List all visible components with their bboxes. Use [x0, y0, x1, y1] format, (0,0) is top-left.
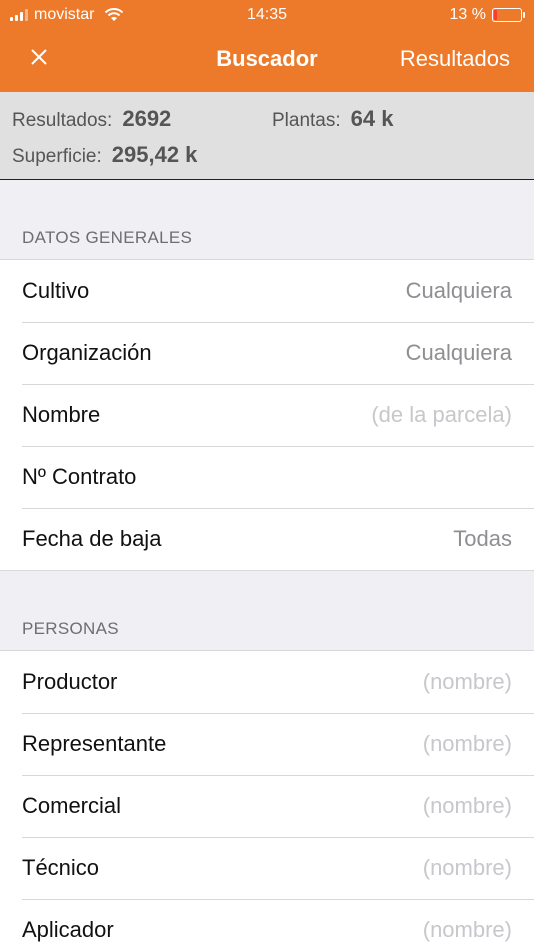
summary-plantas: Plantas: 64 k [272, 106, 393, 132]
row-placeholder: (nombre) [422, 731, 512, 756]
battery-info: 13 % [449, 6, 525, 24]
summary-superficie: Superficie: 295,42 k [12, 142, 197, 168]
aplicador-field[interactable]: Aplicador (nombre) [0, 899, 534, 950]
row-label: Comercial [22, 793, 122, 818]
resultados-label: Resultados: [12, 110, 113, 131]
contrato-field[interactable]: Nº Contrato [0, 446, 534, 508]
results-summary: Resultados: 2692 Plantas: 64 k Superficie:… [0, 92, 534, 180]
row-label: Nombre [22, 402, 101, 427]
header-bar: movistar 14:35 13 % Buscador Resultados [0, 0, 534, 92]
summary-resultados: Resultados: 2692 [12, 106, 171, 132]
comercial-field[interactable]: Comercial (nombre) [0, 775, 534, 837]
row-label: Cultivo [22, 278, 90, 303]
row-label: Productor [22, 669, 118, 694]
section-header-personas: PERSONAS [0, 571, 534, 651]
results-button[interactable]: Resultados [400, 46, 510, 72]
row-value: Cualquiera [405, 278, 512, 303]
row-label: Organización [22, 340, 152, 365]
navigation-bar: Buscador Resultados [0, 30, 534, 92]
row-fecha-de-baja[interactable]: Fecha de baja Todas [0, 508, 534, 570]
superficie-value: 295,42 k [111, 142, 198, 167]
row-label: Fecha de baja [22, 526, 162, 551]
nombre-field[interactable]: Nombre (de la parcela) [0, 384, 534, 446]
representante-field[interactable]: Representante (nombre) [0, 713, 534, 775]
tecnico-field[interactable]: Técnico (nombre) [0, 837, 534, 899]
row-cultivo[interactable]: Cultivo Cualquiera [0, 260, 534, 322]
row-placeholder: (nombre) [422, 917, 512, 942]
row-label: Nº Contrato [22, 464, 137, 489]
row-label: Representante [22, 731, 167, 756]
section-header-datos-generales: DATOS GENERALES [0, 180, 534, 260]
row-label: Aplicador [22, 917, 114, 942]
row-organizacion[interactable]: Organización Cualquiera [0, 322, 534, 384]
row-value: Cualquiera [405, 340, 512, 365]
superficie-label: Superficie: [12, 146, 102, 167]
plantas-label: Plantas: [272, 110, 341, 131]
section-title: DATOS GENERALES [22, 228, 193, 247]
section-title: PERSONAS [22, 619, 119, 638]
row-placeholder: (nombre) [422, 669, 512, 694]
productor-field[interactable]: Productor (nombre) [0, 651, 534, 713]
resultados-value: 2692 [122, 106, 172, 131]
datos-generales-group: Cultivo Cualquiera Organización Cualquie… [0, 259, 534, 571]
row-placeholder: (de la parcela) [371, 402, 512, 427]
plantas-value: 64 k [350, 106, 394, 131]
row-value: Todas [453, 526, 512, 551]
row-label: Técnico [22, 855, 100, 880]
row-placeholder: (nombre) [422, 855, 512, 880]
battery-percentage: 13 % [449, 6, 486, 23]
status-bar: movistar 14:35 13 % [0, 0, 534, 30]
battery-icon [492, 8, 525, 22]
row-placeholder: (nombre) [422, 793, 512, 818]
personas-group: Productor (nombre) Representante (nombre… [0, 650, 534, 950]
